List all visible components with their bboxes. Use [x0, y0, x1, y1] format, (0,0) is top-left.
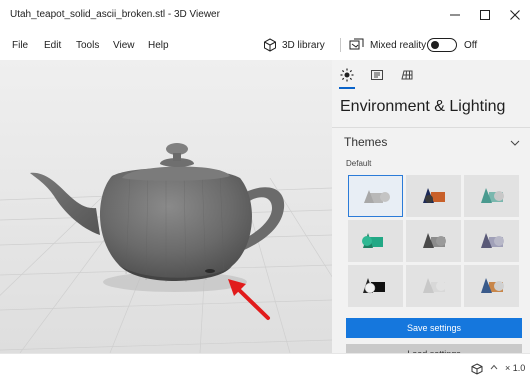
- grid-icon: [401, 70, 413, 80]
- tab-grid[interactable]: [397, 66, 417, 84]
- minimize-button[interactable]: [440, 0, 470, 30]
- theme-swatch-4[interactable]: [348, 220, 403, 262]
- theme-grid: [348, 175, 520, 307]
- view-mode-icon[interactable]: [470, 363, 484, 375]
- mixed-reality-label: Mixed reality: [370, 39, 427, 51]
- zoom-level[interactable]: × 1.0: [505, 363, 525, 373]
- active-tab-indicator: [339, 87, 355, 89]
- menu-view[interactable]: View: [113, 40, 135, 51]
- load-settings-button[interactable]: Load settings: [346, 344, 522, 353]
- maximize-button[interactable]: [470, 0, 500, 30]
- stats-icon: [371, 70, 383, 80]
- panel-title: Environment & Lighting: [340, 98, 506, 115]
- theme-swatch-6[interactable]: [464, 220, 519, 262]
- menu-tools[interactable]: Tools: [76, 40, 99, 51]
- teapot-body: [99, 167, 252, 279]
- theme-swatch-5[interactable]: [406, 220, 461, 262]
- mesh-hole: [205, 269, 215, 273]
- sun-icon: [340, 68, 354, 82]
- mixed-reality-toggle[interactable]: [427, 38, 457, 52]
- title-bar: Utah_teapot_solid_ascii_broken.stl - 3D …: [0, 0, 530, 30]
- theme-swatch-2[interactable]: [406, 175, 461, 217]
- tab-lighting[interactable]: [337, 66, 357, 84]
- close-icon: [510, 10, 520, 20]
- menu-separator: [340, 38, 341, 52]
- 3d-library-label: 3D library: [282, 39, 325, 51]
- window-title: Utah_teapot_solid_ascii_broken.stl - 3D …: [10, 9, 220, 20]
- mixed-reality-button[interactable]: Mixed reality: [349, 37, 426, 53]
- teapot-scene: [0, 60, 332, 353]
- menu-file[interactable]: File: [12, 40, 28, 51]
- close-button[interactable]: [500, 0, 530, 30]
- menu-help[interactable]: Help: [148, 40, 169, 51]
- mixed-reality-icon: [349, 38, 364, 50]
- theme-swatch-9[interactable]: [464, 265, 519, 307]
- tab-stats[interactable]: [367, 66, 387, 84]
- status-bar: × 1.0: [0, 353, 530, 383]
- default-label: Default: [346, 159, 372, 168]
- 3d-library-button[interactable]: 3D library: [263, 37, 325, 53]
- themes-header[interactable]: Themes: [344, 135, 387, 149]
- theme-swatch-3[interactable]: [464, 175, 519, 217]
- panel-divider: [332, 127, 530, 128]
- minimize-icon: [450, 14, 460, 16]
- 3d-viewport[interactable]: [0, 60, 332, 353]
- save-settings-button[interactable]: Save settings: [346, 318, 522, 338]
- theme-swatch-7[interactable]: [348, 265, 403, 307]
- maximize-icon: [480, 10, 490, 20]
- theme-swatch-8[interactable]: [406, 265, 461, 307]
- cube-icon: [264, 38, 276, 52]
- chevron-down-icon[interactable]: [510, 140, 520, 146]
- app-window: Utah_teapot_solid_ascii_broken.stl - 3D …: [0, 0, 530, 383]
- theme-swatch-1[interactable]: [348, 175, 403, 217]
- menu-edit[interactable]: Edit: [44, 40, 61, 51]
- chevron-up-icon[interactable]: [490, 364, 498, 370]
- toggle-knob: [431, 41, 439, 49]
- mixed-reality-state: Off: [464, 40, 478, 51]
- panel-tabs: [332, 60, 530, 90]
- menu-bar: File Edit Tools View Help 3D library Mix…: [0, 30, 530, 60]
- environment-panel: Environment & Lighting Themes Default Sa…: [332, 60, 530, 353]
